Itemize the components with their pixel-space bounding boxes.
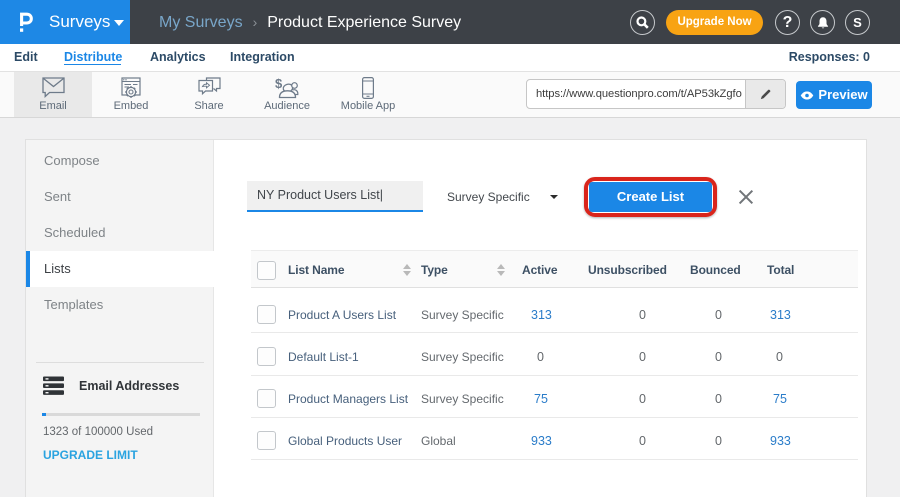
svg-text:$: $ bbox=[275, 77, 283, 91]
